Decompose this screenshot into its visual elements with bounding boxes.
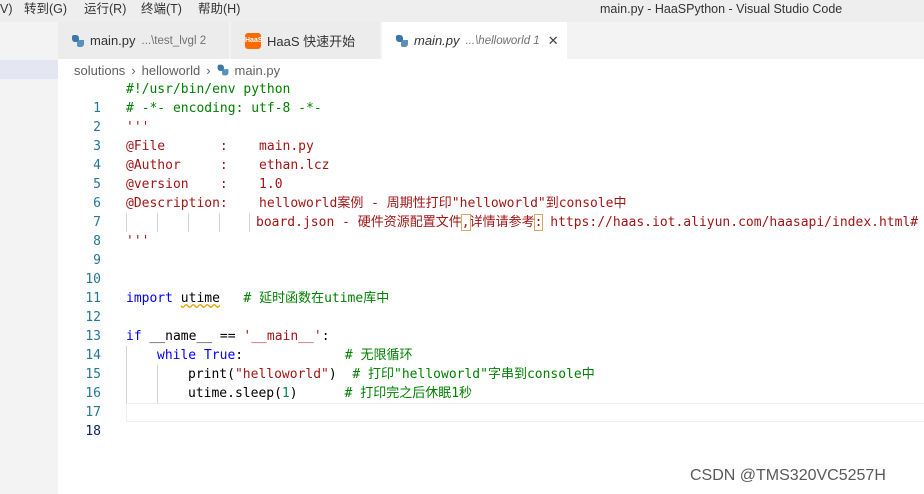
code-token: ) xyxy=(328,367,337,382)
code-text: @Author : ethan.lcz xyxy=(126,158,330,173)
code-line: 18 xyxy=(58,403,924,439)
tab-description: ...\test_lvgl 2 xyxy=(141,34,207,47)
code-token: print( xyxy=(188,367,235,382)
code-token: __name__ == xyxy=(141,329,244,344)
breadcrumb-item-solutions[interactable]: solutions xyxy=(74,63,125,78)
menu-help[interactable]: 帮助(H) xyxy=(198,0,240,22)
code-text: utime.sleep(1) # 打印完之后休眠1秒 xyxy=(188,384,472,403)
line-number: 18 xyxy=(85,424,101,439)
code-token: while xyxy=(157,348,197,363)
code-token: utime.sleep( xyxy=(188,386,282,401)
side-bar xyxy=(0,22,58,494)
close-icon[interactable]: ✕ xyxy=(548,33,559,49)
code-token: if xyxy=(126,329,142,344)
code-token: : xyxy=(321,329,330,344)
code-token: 详情请参考 xyxy=(469,215,535,230)
code-line: 16 print("helloworld") # 打印"helloworld"字… xyxy=(58,365,924,401)
tab-label: main.py xyxy=(414,33,460,48)
tab-label: HaaS 快速开始 xyxy=(267,34,356,49)
code-token: : xyxy=(235,348,244,363)
code-text: if __name__ == '__main__': xyxy=(126,327,330,346)
code-text: @File : main.py xyxy=(126,139,314,154)
python-file-icon xyxy=(217,64,228,76)
code-line: 2 # -*- encoding: utf-8 -*- xyxy=(58,99,924,135)
code-line: 15 while True: # 无限循环 xyxy=(58,346,924,382)
title-bar: V) 转到(G) 运行(R) 终端(T) 帮助(H) main.py - Haa… xyxy=(0,0,924,22)
code-line: 12 import utime # 延时函数在utime库中 xyxy=(58,289,924,325)
code-text: ''' xyxy=(126,120,150,135)
code-token: '__main__' xyxy=(243,329,322,344)
tab-bar: main.py ...\test_lvgl 2 HaaS HaaS 快速开始 m… xyxy=(58,22,924,59)
code-editor[interactable]: 1 #!/usr/bin/env python 2 # -*- encoding… xyxy=(58,80,924,494)
code-line: 5 @Author : ethan.lcz xyxy=(58,156,924,192)
code-line: 6 @version : 1.0 xyxy=(58,175,924,211)
code-text: # -*- encoding: utf-8 -*- xyxy=(126,101,322,116)
code-line: 10 xyxy=(58,251,924,287)
sidebar-selected-item[interactable] xyxy=(0,60,58,79)
breadcrumb-item-helloworld[interactable]: helloworld xyxy=(142,63,201,78)
code-token: , xyxy=(460,214,471,231)
haas-icon: HaaS xyxy=(245,32,263,49)
code-line: 8 board.json - 硬件资源配置文件,详情请参考: https://h… xyxy=(58,213,924,249)
code-comment: # 延时函数在utime库中 xyxy=(243,291,390,306)
watermark: CSDN @TMS320VC5257H xyxy=(690,467,886,484)
code-text: @version : 1.0 xyxy=(126,177,283,192)
code-text: #!/usr/bin/env python xyxy=(126,82,291,97)
chevron-right-icon: › xyxy=(131,62,136,78)
code-link[interactable]: https://haas.iot.aliyun.com/haasapi/inde… xyxy=(542,215,918,230)
code-token: 1 xyxy=(281,386,290,401)
window-title: main.py - HaaSPython - Visual Studio Cod… xyxy=(600,2,843,16)
menu-terminal[interactable]: 终端(T) xyxy=(141,0,182,22)
code-line: 4 @File : main.py xyxy=(58,137,924,173)
code-text: board.json - 硬件资源配置文件,详情请参考: https://haa… xyxy=(256,213,918,232)
code-token: True xyxy=(203,348,236,363)
code-text: ''' xyxy=(126,234,150,249)
breadcrumb-item-main-py[interactable]: main.py xyxy=(235,63,281,78)
tab-label: main.py xyxy=(90,33,136,48)
code-line: 13 xyxy=(58,308,924,344)
code-text: while True: # 无限循环 xyxy=(157,346,413,365)
code-line: 11 xyxy=(58,270,924,306)
code-line: 14 if __name__ == '__main__': xyxy=(58,327,924,363)
tab-description: ...\helloworld 1 xyxy=(465,34,540,47)
breadcrumb: solutions › helloworld › main.py xyxy=(74,59,280,81)
code-token: ) xyxy=(289,386,298,401)
code-text: @Description: helloworld案例 - 周期性打印"hello… xyxy=(126,196,627,211)
menu-run[interactable]: 运行(R) xyxy=(84,0,126,22)
tab-main-py-helloworld[interactable]: main.py ...\helloworld 1 ✕ xyxy=(382,22,568,59)
code-text: import utime # 延时函数在utime库中 xyxy=(126,289,389,308)
code-comment: # 无限循环 xyxy=(344,348,413,363)
code-token: utime xyxy=(180,291,220,306)
code-line: 17 utime.sleep(1) # 打印完之后休眠1秒 xyxy=(58,384,924,420)
tab-haas-quickstart[interactable]: HaaS HaaS 快速开始 xyxy=(231,22,381,59)
code-token: import xyxy=(126,291,173,306)
code-token: "helloworld" xyxy=(234,367,329,382)
menu-goto[interactable]: 转到(G) xyxy=(24,0,67,22)
code-line: 7 @Description: helloworld案例 - 周期性打印"hel… xyxy=(58,194,924,230)
code-line: 1 #!/usr/bin/env python xyxy=(58,80,924,116)
menu-view[interactable]: V) xyxy=(0,0,13,22)
code-comment: # 打印"helloworld"字串到console中 xyxy=(352,367,595,382)
code-line: 9 ''' xyxy=(58,232,924,268)
code-text: print("helloworld") # 打印"helloworld"字串到c… xyxy=(188,365,595,384)
tab-main-py-test-lvgl[interactable]: main.py ...\test_lvgl 2 xyxy=(58,22,230,59)
code-token: board.json - 硬件资源配置文件 xyxy=(256,215,462,230)
python-file-icon xyxy=(396,34,408,47)
chevron-right-icon: › xyxy=(206,62,211,78)
code-line: 3 ''' xyxy=(58,118,924,154)
python-file-icon xyxy=(72,34,84,47)
code-comment: # 打印完之后休眠1秒 xyxy=(344,386,473,401)
